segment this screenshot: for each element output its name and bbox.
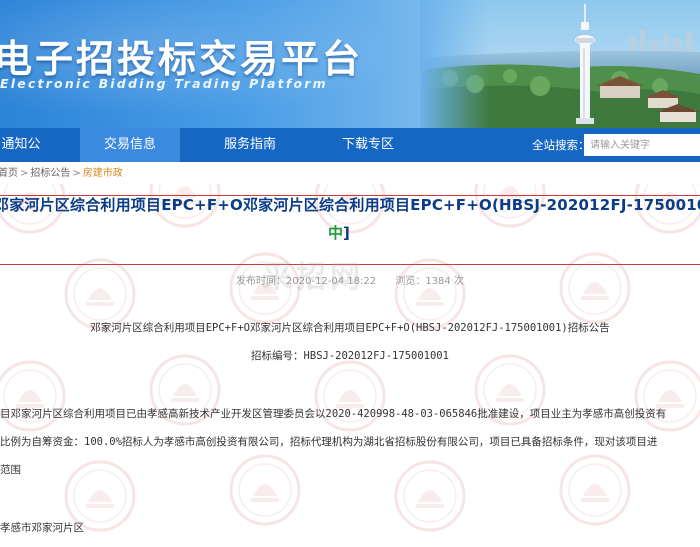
publish-time: 2020-12-04 18:22 [286, 276, 377, 287]
nav-item-trade-info[interactable]: 交易信息 [80, 128, 180, 162]
article-title-continuation: 中] [328, 222, 350, 243]
site-subtitle: Electronic Bidding Trading Platform [0, 76, 328, 91]
breadcrumb-current[interactable]: 房建市政 [83, 168, 123, 179]
search-label: 全站搜索： [532, 138, 590, 152]
title-bracket: ] [343, 224, 350, 242]
breadcrumb: 首页 > 招标公告 > 房建市政 [0, 166, 123, 182]
nav-item-service-guide[interactable]: 服务指南 [200, 128, 300, 162]
breadcrumb-bid-notice[interactable]: 招标公告 [30, 168, 70, 179]
paragraph-line: 范围 [0, 464, 21, 476]
site-title: 电子招投标交易平台 [0, 37, 364, 81]
nav-item-downloads[interactable]: 下载专区 [318, 128, 418, 162]
header-banner: 电子招投标交易平台 Electronic Bidding Trading Pla… [0, 0, 700, 128]
paragraph-line: 孝感市邓家河片区 [0, 522, 84, 534]
breadcrumb-separator: > [72, 168, 81, 179]
views-label: 浏览： [395, 276, 426, 287]
nav-item-notices[interactable]: 通知公告 [0, 128, 46, 186]
title-highlight: 中 [328, 224, 344, 242]
publish-time-label: 发布时间： [236, 276, 287, 287]
search-input[interactable] [584, 134, 700, 156]
paragraph-line: 比例为自筹资金：100.0%招标人为孝感市高创投资有限公司，招标代理机构为湖北省… [0, 436, 658, 448]
main-nav: 通知公告 交易信息 服务指南 下载专区 全站搜索： [0, 128, 700, 186]
article-content: 邓家河片区综合利用项目EPC+F+O邓家河片区综合利用项目EPC+F+O(HBS… [0, 184, 700, 547]
views-unit: 次 [453, 276, 464, 287]
views-count: 1384 [425, 276, 451, 287]
article-title: 邓家河片区综合利用项目EPC+F+O邓家河片区综合利用项目EPC+F+O(HBS… [0, 196, 700, 214]
document-title: 邓家河片区综合利用项目EPC+F+O邓家河片区综合利用项目EPC+F+O(HBS… [90, 322, 610, 334]
breadcrumb-home[interactable]: 首页 [0, 168, 18, 179]
article-meta: 发布时间：2020-12-04 18:22 浏览：1384 次 [0, 272, 700, 287]
document-number: 招标编号：HBSJ-202012FJ-175001001 [251, 350, 449, 362]
paragraph-line: 目邓家河片区综合利用项目已由孝感高新技术产业开发区管理委员会以2020-4209… [0, 408, 667, 420]
breadcrumb-separator: > [20, 168, 29, 179]
city-skyline-image [420, 0, 700, 128]
